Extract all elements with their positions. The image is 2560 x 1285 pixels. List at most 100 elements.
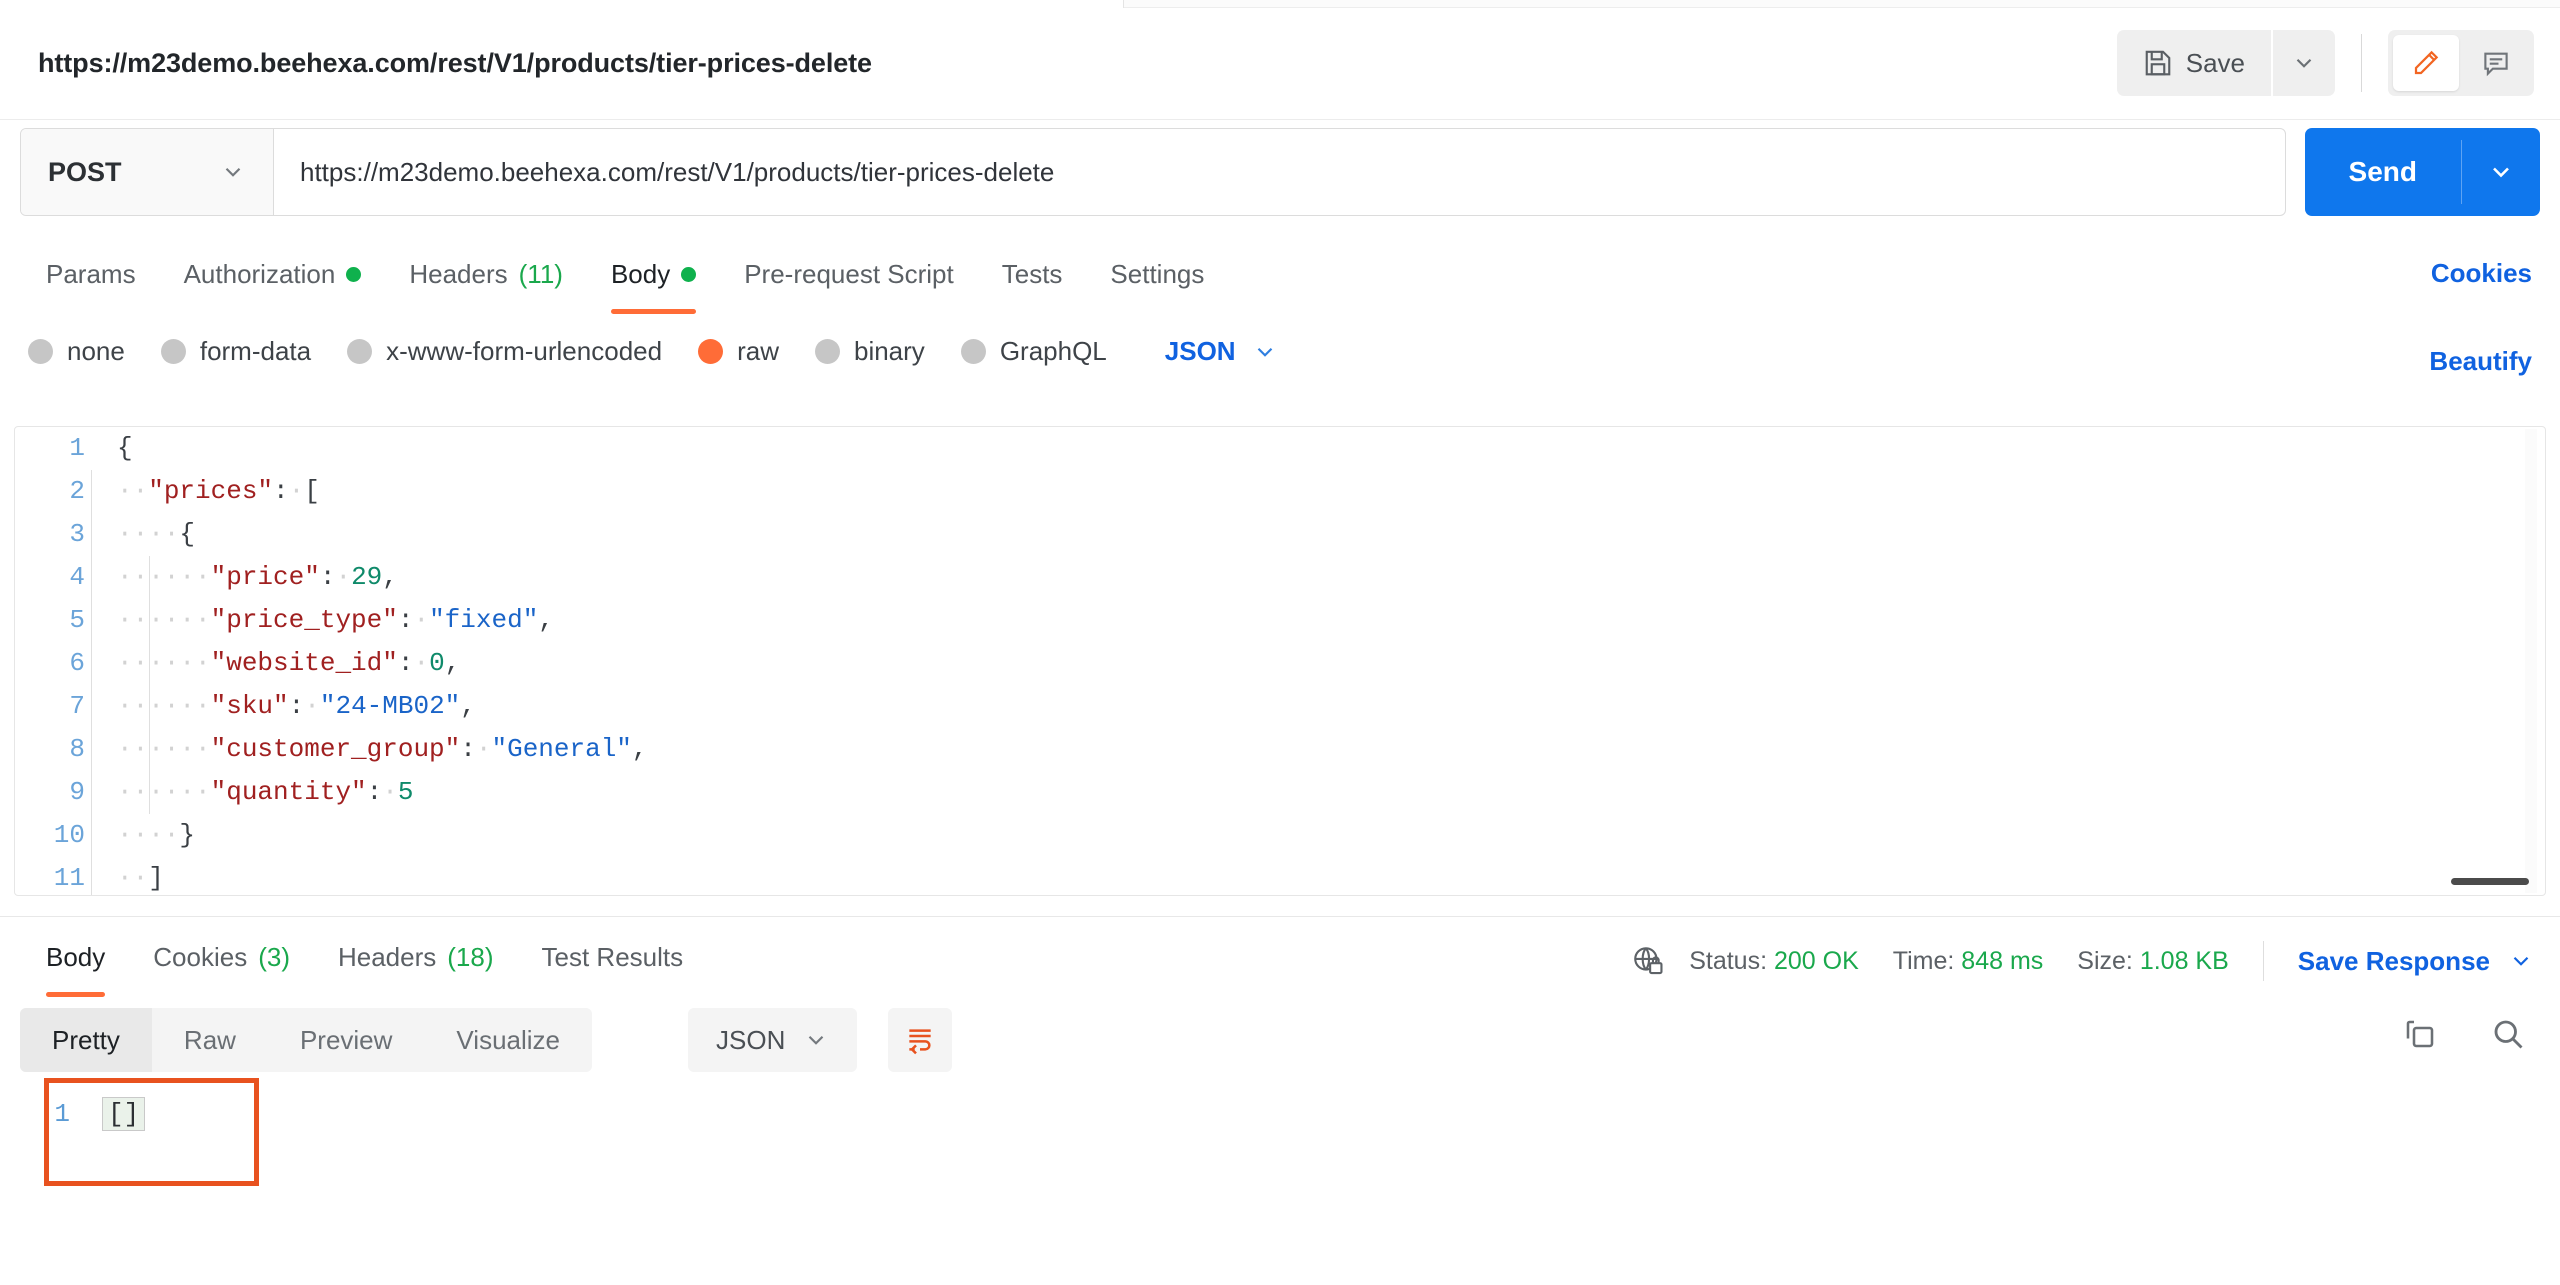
tab-body[interactable]: Body [587, 248, 720, 314]
line-number: 2 [69, 476, 85, 506]
code-line: 1{ [15, 427, 2545, 470]
chevron-down-icon [2487, 158, 2515, 186]
code-line: 6 ······"website_id":·0, [15, 642, 2545, 685]
meta-divider [2262, 941, 2264, 981]
view-toggle-group [2388, 30, 2534, 96]
url-input[interactable]: https://m23demo.beehexa.com/rest/V1/prod… [274, 129, 2285, 215]
editor-scroll-track [2525, 429, 2537, 893]
body-option-raw[interactable]: raw [698, 336, 779, 367]
response-tab-cookies-label: Cookies [153, 941, 248, 972]
code-text: ··"prices":·[ [117, 476, 320, 506]
time-value: 848 ms [1961, 946, 2044, 975]
body-format-select[interactable]: JSON [1165, 336, 1278, 367]
size-label: Size: [2077, 946, 2133, 975]
edit-mode-button[interactable] [2393, 35, 2459, 91]
response-view-visualize[interactable]: Visualize [424, 1008, 592, 1072]
tab-pre-request-script-label: Pre-request Script [744, 258, 954, 289]
response-tab-headers-label: Headers [337, 941, 437, 972]
response-format-select[interactable]: JSON [688, 1008, 858, 1072]
word-wrap-button[interactable] [888, 1008, 952, 1072]
chevron-down-icon [1252, 339, 1278, 365]
response-tab-body[interactable]: Body [22, 931, 129, 997]
copy-icon[interactable] [2402, 1016, 2438, 1052]
body-option-x-www-form-urlencoded[interactable]: x-www-form-urlencoded [347, 336, 662, 367]
body-option-graphql[interactable]: GraphQL [960, 336, 1107, 367]
chevron-down-icon[interactable] [2508, 948, 2534, 974]
cookies-link[interactable]: Cookies [2431, 258, 2532, 289]
editor-horizontal-scrollbar[interactable] [2451, 878, 2529, 885]
response-body[interactable]: 1 [] [0, 1080, 2560, 1285]
cookies-count: (3) [258, 941, 290, 972]
tab-settings[interactable]: Settings [1086, 248, 1228, 300]
send-options-button[interactable] [2462, 128, 2540, 216]
response-view-raw[interactable]: Raw [152, 1008, 268, 1072]
beautify-link[interactable]: Beautify [2429, 346, 2532, 377]
code-text: ··] [117, 863, 164, 893]
response-meta: Status: 200 OK Time: 848 ms Size: 1.08 K… [1631, 941, 2534, 981]
code-fold-guide [149, 556, 150, 814]
tab-params[interactable]: Params [22, 248, 160, 300]
line-number: 1 [54, 1099, 70, 1129]
chevron-down-icon [2291, 50, 2317, 76]
search-icon[interactable] [2490, 1016, 2526, 1052]
tab-tests[interactable]: Tests [978, 248, 1087, 300]
status-value: 200 OK [1773, 946, 1859, 975]
comments-button[interactable] [2463, 35, 2529, 91]
tab-authorization[interactable]: Authorization [160, 248, 386, 300]
size-value: 1.08 KB [2139, 946, 2229, 975]
save-options-button[interactable] [2273, 30, 2335, 96]
send-button[interactable]: Send [2304, 128, 2540, 216]
response-tab-cookies[interactable]: Cookies (3) [129, 931, 314, 983]
code-line: 7 ······"sku":·"24-MB02", [15, 685, 2545, 728]
body-option-binary-label: binary [853, 336, 925, 366]
body-option-x-www-form-urlencoded-label: x-www-form-urlencoded [386, 336, 663, 366]
code-text: ······"price_type":·"fixed", [117, 605, 554, 635]
body-option-none[interactable]: none [28, 336, 125, 367]
response-view-pretty[interactable]: Pretty [20, 1008, 152, 1072]
code-fold-guide [91, 470, 92, 895]
body-option-raw-label: raw [737, 336, 779, 366]
code-line: 3 ····{ [15, 513, 2545, 556]
save-button[interactable]: Save [2116, 30, 2271, 96]
code-text: ······"quantity":·5 [117, 777, 414, 807]
active-tab-underline [46, 992, 106, 997]
response-body-code: 1 [] [0, 1090, 146, 1138]
secure-globe-icon [1631, 944, 1665, 978]
tab-headers[interactable]: Headers (11) [385, 248, 587, 300]
tab-settings-label: Settings [1110, 258, 1205, 289]
response-header: Body Cookies (3) Headers (18) Test Resul… [0, 916, 2560, 1000]
tab-tests-label: Tests [1001, 258, 1063, 289]
body-option-form-data[interactable]: form-data [160, 336, 312, 367]
response-tab-test-results[interactable]: Test Results [518, 931, 708, 983]
active-request-tab[interactable] [0, 0, 1124, 8]
body-option-form-data-label: form-data [199, 336, 312, 366]
chevron-down-icon [220, 159, 246, 185]
response-view-preview[interactable]: Preview [268, 1008, 424, 1072]
radio-icon [347, 339, 373, 364]
line-number: 10 [53, 820, 85, 850]
body-format-label: JSON [1164, 336, 1236, 366]
save-response-button[interactable]: Save Response [2298, 946, 2490, 977]
tab-pre-request-script[interactable]: Pre-request Script [720, 248, 978, 300]
line-number: 1 [69, 433, 85, 463]
headers-count: (11) [518, 258, 563, 289]
code-line: 5 ······"price_type":·"fixed", [15, 599, 2545, 642]
request-body-editor[interactable]: 1{ 2 ··"prices":·[ 3 ····{ 4 ······"price":… [14, 426, 2546, 896]
line-number: 6 [69, 648, 85, 678]
radio-icon [28, 339, 53, 364]
response-tab-body-label: Body [46, 941, 106, 972]
code-line: 11 ··] [15, 857, 2545, 895]
method-select[interactable]: POST [21, 129, 274, 215]
body-option-binary[interactable]: binary [814, 336, 925, 367]
response-view-raw-label: Raw [183, 1024, 236, 1055]
response-tab-headers[interactable]: Headers (18) [314, 931, 518, 983]
request-body-code[interactable]: 1{ 2 ··"prices":·[ 3 ····{ 4 ······"price":… [15, 427, 2545, 895]
line-number: 4 [69, 562, 85, 592]
code-line: 2 ··"prices":·[ [15, 470, 2545, 513]
line-number: 9 [69, 777, 85, 807]
authorization-status-dot [346, 266, 362, 282]
response-value: [] [102, 1097, 146, 1131]
tab-params-label: Params [46, 258, 136, 289]
floppy-disk-icon [2143, 48, 2173, 78]
code-line: 9 ······"quantity":·5 [15, 771, 2545, 814]
